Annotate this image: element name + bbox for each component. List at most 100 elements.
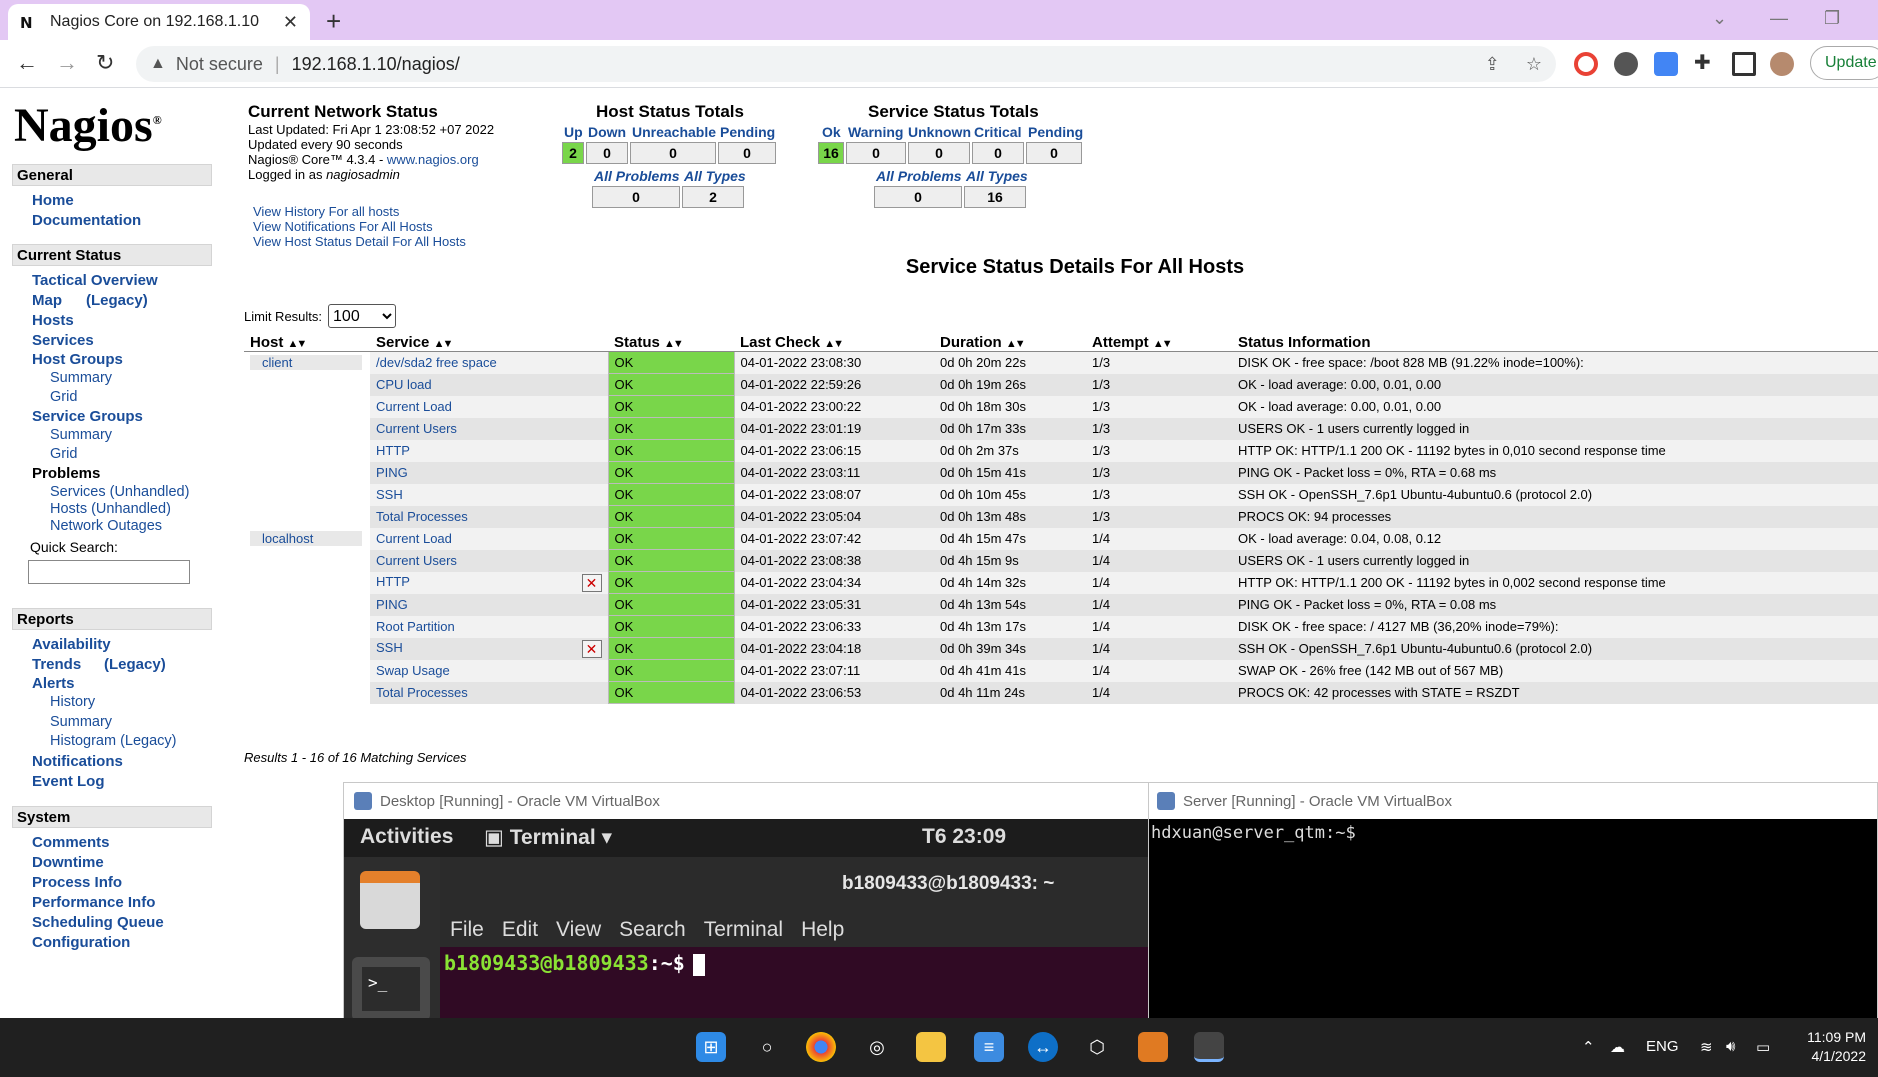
sort-arrows-icon[interactable]: ▲▼ <box>288 338 308 350</box>
sort-arrows-icon[interactable]: ▲▼ <box>664 338 684 350</box>
host-header-pending[interactable]: Pending <box>720 124 775 140</box>
service-name[interactable]: /dev/sda2 free space <box>376 355 497 370</box>
host-link[interactable]: client <box>250 355 362 371</box>
service-link[interactable]: /dev/sda2 free space <box>370 351 608 374</box>
nav-event-log[interactable]: Event Log <box>32 773 105 790</box>
side-panel-icon[interactable] <box>1732 52 1756 76</box>
host-all-types-label[interactable]: All Types <box>684 168 746 184</box>
extension-color-icon[interactable] <box>1574 52 1598 76</box>
host-link[interactable]: localhost <box>250 531 362 546</box>
teamviewer-icon[interactable]: ↔ <box>1028 1032 1058 1062</box>
reload-icon[interactable]: ↻ <box>96 50 114 76</box>
sort-arrows-icon[interactable]: ▲▼ <box>434 338 454 350</box>
menu-search[interactable]: Search <box>619 918 686 942</box>
vm-active-icon[interactable] <box>1194 1032 1224 1062</box>
notepad-icon[interactable]: ≡ <box>974 1032 1004 1062</box>
terminal-body[interactable]: b1809433@b1809433:~$ <box>440 947 1148 1019</box>
service-all-types-label[interactable]: All Types <box>966 168 1028 184</box>
nagios-logo[interactable]: Nagios® <box>14 98 162 153</box>
host-cell[interactable]: client <box>244 351 370 374</box>
extension-pen-icon[interactable] <box>1614 52 1638 76</box>
col-host[interactable]: Host ▲▼ <box>244 330 370 352</box>
limit-results-select[interactable]: 100 <box>328 304 397 328</box>
translate-extension-icon[interactable] <box>1654 52 1678 76</box>
col-last-check[interactable]: Last Check ▲▼ <box>734 330 934 352</box>
service-name[interactable]: Current Users <box>376 421 457 436</box>
host-all-problems-count[interactable]: 0 <box>592 186 680 208</box>
service-count-warning[interactable]: 0 <box>846 142 906 164</box>
nav-service-groups[interactable]: Service Groups <box>32 408 143 425</box>
host-cell[interactable]: localhost <box>244 527 370 550</box>
nav-process-info[interactable]: Process Info <box>32 874 122 891</box>
service-link[interactable]: Total Processes <box>370 505 608 528</box>
nav-host-groups-summary[interactable]: Summary <box>50 370 112 386</box>
host-all-types-count[interactable]: 2 <box>682 186 744 208</box>
back-icon[interactable]: ← <box>16 50 38 76</box>
restore-icon[interactable]: ❐ <box>1824 8 1840 29</box>
service-header-warning[interactable]: Warning <box>848 124 903 140</box>
host-count-down[interactable]: 0 <box>586 142 628 164</box>
service-header-unknown[interactable]: Unknown <box>908 124 971 140</box>
nagios-website-link[interactable]: www.nagios.org <box>387 152 479 167</box>
nav-host-groups[interactable]: Host Groups <box>32 351 123 368</box>
search-icon[interactable]: ○ <box>752 1032 782 1062</box>
service-link[interactable]: Current Users <box>370 549 608 572</box>
link-view-notifications[interactable]: View Notifications For All Hosts <box>248 219 548 234</box>
service-link[interactable]: Current Load <box>370 527 608 550</box>
service-link[interactable]: HTTP <box>370 439 608 462</box>
chrome-icon[interactable] <box>806 1032 836 1062</box>
sort-arrows-icon[interactable]: ▲▼ <box>1006 338 1026 350</box>
nav-downtime[interactable]: Downtime <box>32 854 104 871</box>
nav-comments[interactable]: Comments <box>32 834 110 851</box>
tab-search-icon[interactable]: ⌄ <box>1712 8 1727 29</box>
battery-icon[interactable]: ▭ <box>1756 1038 1770 1056</box>
service-name[interactable]: SSH <box>376 487 403 502</box>
service-link[interactable]: SSH <box>370 483 608 506</box>
vm-window-icon[interactable] <box>1138 1032 1168 1062</box>
menu-view[interactable]: View <box>556 918 601 942</box>
nav-notifications[interactable]: Notifications <box>32 753 123 770</box>
vbox-server-titlebar[interactable]: Server [Running] - Oracle VM VirtualBox <box>1149 783 1877 819</box>
nav-service-groups-grid[interactable]: Grid <box>50 446 77 462</box>
service-name[interactable]: Current Load <box>376 531 452 546</box>
start-windows-icon[interactable]: ⊞ <box>696 1032 726 1062</box>
wifi-icon[interactable]: ≋ <box>1700 1038 1713 1056</box>
host-count-unreachable[interactable]: 0 <box>630 142 716 164</box>
language-indicator[interactable]: ENG <box>1646 1038 1679 1055</box>
new-tab-icon[interactable]: + <box>326 6 341 37</box>
service-name[interactable]: Total Processes <box>376 685 468 700</box>
activities-button[interactable]: Activities <box>360 825 453 849</box>
menu-edit[interactable]: Edit <box>502 918 538 942</box>
nav-services[interactable]: Services <box>32 332 94 349</box>
col-service[interactable]: Service ▲▼ <box>370 330 608 352</box>
nav-alerts-histogram[interactable]: Histogram (Legacy) <box>50 733 177 749</box>
host-header-down[interactable]: Down <box>588 124 626 140</box>
service-header-critical[interactable]: Critical <box>974 124 1021 140</box>
url-text[interactable]: 192.168.1.10/nagios/ <box>292 54 460 75</box>
nav-home[interactable]: Home <box>32 192 74 209</box>
service-header-pending[interactable]: Pending <box>1028 124 1083 140</box>
volume-icon[interactable]: 🔊︎ <box>1726 1038 1735 1055</box>
host-header-up[interactable]: Up <box>564 124 583 140</box>
vbox-desktop-titlebar[interactable]: Desktop [Running] - Oracle VM VirtualBox <box>344 783 1148 819</box>
omnibox[interactable]: ▲ Not secure | 192.168.1.10/nagios/ ⇪ ☆ <box>136 46 1556 82</box>
share-icon[interactable]: ⇪ <box>1485 54 1500 75</box>
nav-alerts-summary[interactable]: Summary <box>50 714 112 730</box>
host-header-unreachable[interactable]: Unreachable <box>632 124 716 140</box>
service-link[interactable]: Current Users <box>370 417 608 440</box>
server-console[interactable]: hdxuan@server_qtm:~$ <box>1149 819 1877 1019</box>
nav-map[interactable]: Map <box>32 292 62 309</box>
service-link[interactable]: PING <box>370 593 608 616</box>
tray-chevron-icon[interactable]: ⌃ <box>1582 1038 1595 1056</box>
close-tab-icon[interactable]: ✕ <box>283 12 298 33</box>
obs-icon[interactable]: ◎ <box>862 1032 892 1062</box>
nav-services-unhandled[interactable]: Services (Unhandled) <box>50 484 189 500</box>
profile-avatar[interactable] <box>1770 52 1794 76</box>
minimize-icon[interactable]: — <box>1770 8 1788 29</box>
gnome-clock[interactable]: T6 23:09 <box>922 825 1006 849</box>
service-count-pending[interactable]: 0 <box>1026 142 1082 164</box>
service-count-unknown[interactable]: 0 <box>908 142 970 164</box>
service-link[interactable]: HTTP ✕ <box>370 571 608 594</box>
nav-map-legacy[interactable]: (Legacy) <box>86 292 148 309</box>
service-name[interactable]: Total Processes <box>376 509 468 524</box>
